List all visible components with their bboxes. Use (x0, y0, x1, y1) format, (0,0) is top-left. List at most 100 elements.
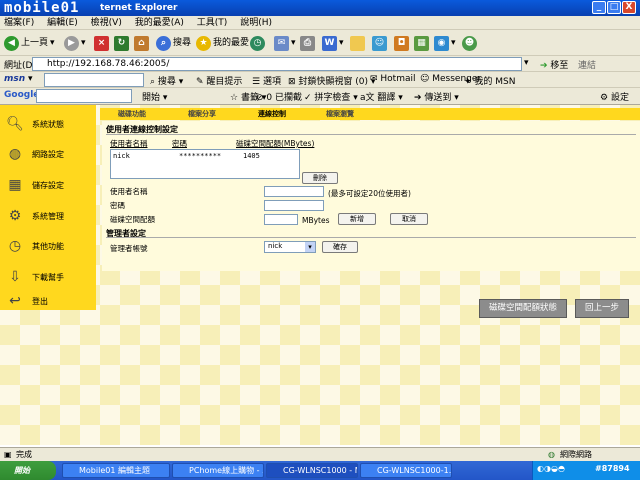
forward-button[interactable]: ▶ ▾ (64, 34, 86, 52)
magnifier-icon: 🔍︎ (6, 116, 24, 132)
history-button[interactable]: ◷ (250, 34, 265, 52)
messenger-icon: ☺ (372, 35, 387, 51)
print-button[interactable]: ⎙ (300, 34, 315, 52)
gears-icon: ⚙ (8, 208, 22, 224)
calendar-button[interactable]: ▦ (414, 34, 429, 52)
delete-button[interactable]: 刪除 (302, 172, 338, 184)
msn-logo-icon: ▾ (28, 74, 33, 84)
address-input[interactable]: http://192.168.78.46:2005/ (32, 57, 522, 71)
msn-highlight-button[interactable]: ✎ 醒目提示 (196, 74, 242, 87)
refresh-button[interactable]: ↻ (114, 34, 129, 52)
links-label[interactable]: 連結 (578, 58, 596, 71)
research-button[interactable]: ◘ (394, 34, 409, 52)
task-pchome[interactable]: PChome線上購物 - ... (172, 463, 264, 478)
sidebar-item-network[interactable]: ◍ 網路設定 (4, 141, 94, 167)
google-popup-blocked[interactable]: ⊘ 0 已攔截 (256, 90, 302, 103)
back-step-button[interactable]: 回上一步 (575, 299, 629, 318)
chevron-down-icon[interactable]: ▾ (524, 58, 529, 68)
sidebar-item-logout[interactable]: ↩ 登出 (4, 288, 94, 314)
tab-browse[interactable]: 檔案瀏覽 (310, 108, 370, 120)
stop-button[interactable]: × (94, 34, 109, 52)
toolbar: ◀ 上一頁 ▾ ▶ ▾ × ↻ ⌂ ⌕ 搜尋 ★ 我的最愛 ◷ ✉ ▾ ⎙ W ▾ ☺ ◘ … (0, 30, 640, 56)
users-icon: ☻ (462, 35, 477, 51)
list-item[interactable]: nick ********** 1405 (113, 152, 297, 162)
tab-share[interactable]: 檔案分享 (172, 108, 232, 120)
storage-icon: ▦ (8, 177, 22, 193)
google-spellcheck[interactable]: ✓ 拼字檢查 ▾ (304, 90, 358, 103)
search-button[interactable]: ⌕ 搜尋 (156, 34, 191, 52)
page-icon: ▣ (4, 450, 12, 459)
start-button[interactable]: 開始 (0, 461, 56, 480)
menu-edit[interactable]: 編輯(E) (47, 18, 78, 28)
tab-disk[interactable]: 磁碟功能 (102, 108, 162, 120)
internet-zone-icon: ◍ (548, 450, 555, 459)
quota-unit: MBytes (302, 216, 330, 225)
task-cg-wlnsc1000-m[interactable]: CG-WLNSC1000 - M... (266, 463, 358, 478)
google-settings[interactable]: ⚙ 設定 (600, 90, 629, 103)
google-search-input[interactable] (36, 89, 132, 103)
mail-button[interactable]: ✉ ▾ (274, 34, 296, 52)
user-listbox[interactable]: nick ********** 1405 (110, 149, 300, 179)
admin-confirm-button[interactable]: 確存 (322, 241, 358, 253)
mail-icon: ✉ (274, 35, 289, 51)
maximize-button[interactable]: □ (607, 1, 621, 14)
task-cg-wlnsc1000-j[interactable]: CG-WLNSC1000-1.J... (360, 463, 452, 478)
msn-search-button[interactable]: ⌕ 搜尋 ▾ (150, 74, 183, 87)
sidebar-item-download[interactable]: ⇩ 下載幫手 (4, 264, 94, 290)
google-start-button[interactable]: 開始 ▾ (142, 90, 167, 103)
zone-label: 網際網路 (560, 450, 592, 459)
msn-search-input[interactable] (44, 73, 144, 87)
user-name-input[interactable] (264, 186, 324, 197)
sidebar-item-system-admin[interactable]: ⚙ 系統管理 (4, 203, 94, 229)
menu-favorites[interactable]: 我的最愛(A) (135, 18, 184, 28)
msn-logo: msn (4, 74, 26, 84)
menu-help[interactable]: 說明(H) (240, 18, 272, 28)
close-button[interactable]: X (622, 1, 636, 14)
settings-panel: 使用者連線控制設定 使用者名稱 密碼 磁碟空間配額(MBytes) nick *… (102, 121, 640, 271)
taskbar: 開始 Mobile01 編輯主題 PChome線上購物 - ... CG-WLN… (0, 461, 640, 480)
msn-mymsn[interactable]: ✦ 我的 MSN (464, 74, 515, 87)
add-button[interactable]: 新增 (338, 213, 376, 225)
menu-file[interactable]: 檔案(F) (4, 18, 34, 28)
chevron-down-icon: ▾ (50, 38, 55, 48)
sidebar-item-system-status[interactable]: 🔍︎ 系統狀態 (4, 111, 94, 137)
disk-quota-status-button[interactable]: 磁碟空間配額狀態 (479, 299, 567, 318)
cancel-button[interactable]: 取消 (390, 213, 428, 225)
users-button[interactable]: ☻ (462, 34, 477, 52)
menu-tools[interactable]: 工具(T) (197, 18, 228, 28)
msn-options-button[interactable]: ☰ 選項 (252, 74, 281, 87)
google-translate[interactable]: a文 翻譯 ▾ (360, 90, 403, 103)
divider (106, 237, 636, 238)
home-button[interactable]: ⌂ (134, 34, 149, 52)
back-button[interactable]: ◀ 上一頁 ▾ (4, 34, 55, 52)
tab-connection[interactable]: 連線控制 (242, 108, 302, 120)
media-icon: ◉ (434, 35, 449, 51)
calendar-icon: ▦ (414, 35, 429, 51)
edit-icon: W (322, 35, 337, 51)
go-arrow-icon: ➔ (540, 61, 548, 71)
user-limit-hint: (最多可設定20位使用者) (328, 189, 411, 198)
admin-account-select[interactable]: nick ▾ (264, 241, 316, 253)
folder-button[interactable] (350, 34, 365, 52)
media-button[interactable]: ◉ ▾ (434, 34, 456, 52)
password-label: 密碼 (110, 201, 125, 210)
status-text: 完成 (16, 450, 32, 459)
sidebar-item-other[interactable]: ◷ 其他功能 (4, 233, 94, 259)
messenger-button[interactable]: ☺ (372, 34, 387, 52)
task-mobile01[interactable]: Mobile01 編輯主題 (62, 463, 170, 478)
minimize-button[interactable]: _ (592, 1, 606, 14)
menu-view[interactable]: 檢視(V) (91, 18, 122, 28)
title-bar: mobile01 ternet Explorer _ □ X (0, 0, 640, 16)
chevron-down-icon: ▾ (291, 38, 296, 48)
print-icon: ⎙ (300, 35, 315, 51)
edit-button[interactable]: W ▾ (322, 34, 344, 52)
password-input[interactable] (264, 200, 324, 211)
msn-hotmail[interactable]: ✉ Hotmail (370, 74, 416, 84)
sidebar-item-storage[interactable]: ▦ 儲存設定 (4, 172, 94, 198)
quota-input[interactable] (264, 214, 298, 225)
stop-icon: × (94, 35, 109, 51)
favorites-button[interactable]: ★ 我的最愛 (196, 34, 249, 52)
go-button[interactable]: ➔ 移至 (540, 58, 568, 71)
msn-popup-blocker[interactable]: ⊠ 封鎖快顯視窗 (0) ▾ (288, 74, 375, 87)
google-sendto[interactable]: ➔ 傳送到 ▾ (414, 90, 459, 103)
